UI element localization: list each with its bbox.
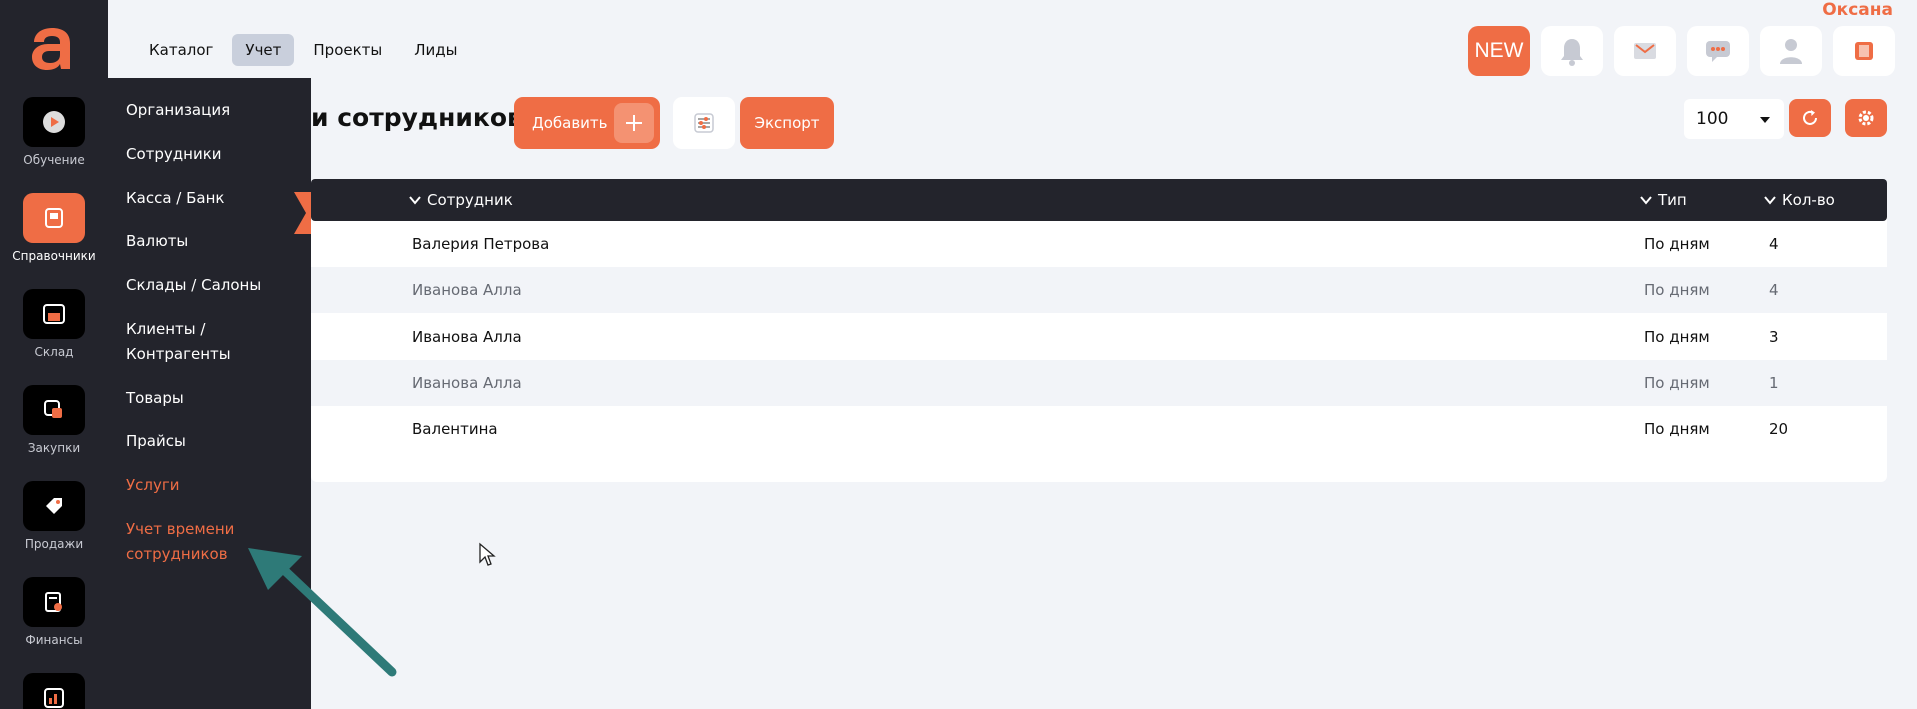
plus-icon: [614, 103, 654, 143]
column-employee[interactable]: Сотрудник: [409, 179, 513, 221]
rail-item-sales[interactable]: Продажи: [0, 481, 108, 551]
chart-icon: [23, 673, 85, 709]
finance-icon: [23, 577, 85, 627]
rail-item-label: Финансы: [25, 633, 83, 647]
rail-item-finance[interactable]: Финансы: [0, 577, 108, 647]
docs-button[interactable]: [1833, 26, 1895, 76]
add-button[interactable]: Добавить: [514, 97, 660, 149]
column-label: Сотрудник: [427, 191, 513, 209]
submenu-item-goods[interactable]: Товары: [126, 386, 306, 411]
tab-projects[interactable]: Проекты: [300, 34, 395, 66]
logo-icon: [32, 28, 70, 70]
rail-item-label: Обучение: [23, 153, 85, 167]
book-icon: [23, 193, 85, 243]
tag-icon: [23, 481, 85, 531]
bell-icon: [1561, 39, 1583, 66]
cell-qty: 20: [1769, 420, 1789, 438]
table-row[interactable]: Иванова Алла По дням 4: [311, 267, 1887, 313]
submenu-item-currencies[interactable]: Валюты: [126, 229, 306, 254]
filter-settings-icon: [694, 113, 714, 133]
rail-item-directories[interactable]: Справочники: [0, 193, 108, 263]
submenu-item-clients[interactable]: Клиенты / Контрагенты: [126, 317, 246, 367]
cell-employee: Иванова Алла: [412, 281, 522, 299]
cell-employee: Иванова Алла: [412, 328, 522, 346]
page-title: и сотрудников: [311, 103, 523, 132]
user-name[interactable]: Оксана: [1822, 0, 1893, 20]
employees-time-table: Сотрудник Тип Кол-во Валерия Петрова По …: [311, 179, 1887, 482]
column-label: Тип: [1658, 191, 1687, 209]
rail-item-warehouse[interactable]: Склад: [0, 289, 108, 359]
tab-catalog[interactable]: Каталог: [136, 34, 226, 66]
cell-qty: 4: [1769, 235, 1779, 253]
profile-button[interactable]: [1760, 26, 1822, 76]
filter-button[interactable]: [673, 97, 735, 149]
column-label: Кол-во: [1782, 191, 1835, 209]
submenu-item-prices[interactable]: Прайсы: [126, 429, 306, 454]
table-row[interactable]: Иванова Алла По дням 1: [311, 360, 1887, 406]
purchase-icon: [23, 385, 85, 435]
annotation-arrow: [248, 548, 397, 677]
app-logo[interactable]: [30, 22, 74, 72]
rail-item-education[interactable]: Обучение: [0, 97, 108, 167]
chevron-down-icon: [409, 196, 421, 205]
warehouse-icon: [23, 289, 85, 339]
cell-type: По дням: [1644, 374, 1710, 392]
chevron-down-icon: [1640, 196, 1652, 205]
mail-icon: [1634, 43, 1656, 59]
submenu-item-services[interactable]: Услуги: [126, 473, 306, 498]
submenu-item-cash-bank[interactable]: Касса / Банк: [126, 186, 306, 211]
refresh-button[interactable]: [1789, 99, 1831, 137]
chat-button[interactable]: [1687, 26, 1749, 76]
cell-qty: 1: [1769, 374, 1779, 392]
cell-type: По дням: [1644, 235, 1710, 253]
column-qty[interactable]: Кол-во: [1764, 179, 1835, 221]
add-button-label: Добавить: [532, 114, 608, 132]
table-row[interactable]: Иванова Алла По дням 3: [311, 314, 1887, 360]
book-icon: [1855, 42, 1873, 60]
top-nav: Каталог Учет Проекты Лиды: [136, 34, 471, 66]
rail-item-label: Закупки: [27, 441, 81, 455]
cell-qty: 4: [1769, 281, 1779, 299]
cell-type: По дням: [1644, 420, 1710, 438]
cell-qty: 3: [1769, 328, 1779, 346]
per-page-value: 100: [1696, 109, 1729, 129]
rail-item-analytics[interactable]: [0, 673, 108, 709]
rail-item-label: Справочники: [12, 249, 96, 263]
cell-employee: Иванова Алла: [412, 374, 522, 392]
refresh-icon: [1803, 110, 1817, 125]
rail-item-label: Продажи: [24, 537, 84, 551]
cell-employee: Валерия Петрова: [412, 235, 550, 253]
cell-type: По дням: [1644, 328, 1710, 346]
left-rail: Обучение Справочники Склад Закупки Прода…: [0, 0, 108, 709]
mail-button[interactable]: [1614, 26, 1676, 76]
submenu-item-organization[interactable]: Организация: [126, 98, 306, 123]
column-type[interactable]: Тип: [1640, 179, 1687, 221]
caret-down-icon: [1760, 117, 1770, 123]
new-button[interactable]: NEW: [1468, 26, 1530, 76]
tab-accounting[interactable]: Учет: [232, 34, 295, 66]
table-row[interactable]: Валерия Петрова По дням 4: [311, 221, 1887, 267]
per-page-select[interactable]: 100: [1684, 99, 1784, 139]
notifications-button[interactable]: [1541, 26, 1603, 76]
play-icon: [23, 97, 85, 147]
chat-icon: [1706, 41, 1730, 62]
submenu-item-employees[interactable]: Сотрудники: [126, 142, 306, 167]
gear-icon: [1858, 110, 1874, 126]
submenu-item-time-tracking[interactable]: Учет времени сотрудников: [126, 517, 246, 567]
user-icon: [1780, 39, 1802, 64]
table-header: Сотрудник Тип Кол-во: [311, 179, 1887, 221]
rail-item-label: Склад: [34, 345, 74, 359]
cell-type: По дням: [1644, 281, 1710, 299]
submenu-item-warehouses[interactable]: Склады / Салоны: [126, 273, 306, 298]
tab-leads[interactable]: Лиды: [401, 34, 470, 66]
export-button[interactable]: Экспорт: [740, 97, 834, 149]
chevron-down-icon: [1764, 196, 1776, 205]
table-row[interactable]: Валентина По дням 20: [311, 406, 1887, 452]
settings-button[interactable]: [1845, 99, 1887, 137]
rail-item-purchases[interactable]: Закупки: [0, 385, 108, 455]
cell-employee: Валентина: [412, 420, 498, 438]
mouse-cursor-icon: [479, 542, 496, 566]
